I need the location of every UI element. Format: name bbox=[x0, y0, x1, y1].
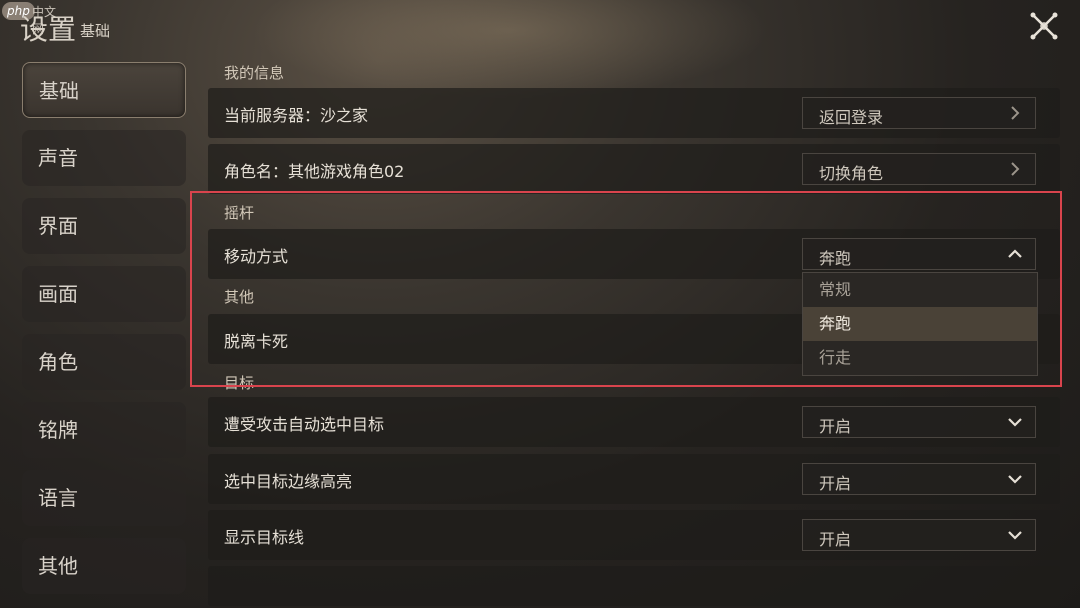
sidebar-nav: 基础 声音 界面 画面 角色 铭牌 语言 其他 bbox=[22, 62, 190, 606]
page-subtitle: 基础 bbox=[80, 22, 111, 40]
move-mode-select[interactable]: 奔跑 bbox=[802, 238, 1036, 270]
dropdown-option-run[interactable]: 奔跑 bbox=[803, 307, 1037, 341]
target-line-value: 开启 bbox=[819, 530, 852, 549]
sidebar-item-character[interactable]: 角色 bbox=[22, 334, 186, 390]
auto-target-select[interactable]: 开启 bbox=[802, 406, 1036, 438]
sidebar-item-sound[interactable]: 声音 bbox=[22, 130, 186, 186]
server-label: 当前服务器：沙之家 bbox=[224, 106, 369, 125]
close-button[interactable] bbox=[1028, 10, 1060, 42]
chevron-right-icon bbox=[1011, 162, 1020, 176]
sidebar-item-language[interactable]: 语言 bbox=[22, 470, 186, 526]
target-line-label: 显示目标线 bbox=[224, 528, 305, 547]
sidebar-item-other[interactable]: 其他 bbox=[22, 538, 186, 594]
row-auto-target: 遭受攻击自动选中目标 开启 bbox=[208, 397, 1060, 447]
row-edge-highlight: 选中目标边缘高亮 开启 bbox=[208, 454, 1060, 504]
move-mode-value: 奔跑 bbox=[819, 249, 852, 268]
edge-highlight-select[interactable]: 开启 bbox=[802, 463, 1036, 495]
dropdown-option-walk[interactable]: 行走 bbox=[803, 341, 1037, 375]
edge-highlight-value: 开启 bbox=[819, 474, 852, 493]
unstuck-label: 脱离卡死 bbox=[224, 332, 289, 351]
section-joystick: 摇杆 bbox=[224, 204, 255, 222]
chevron-down-icon bbox=[1008, 475, 1022, 484]
section-other: 其他 bbox=[224, 288, 255, 306]
target-line-select[interactable]: 开启 bbox=[802, 519, 1036, 551]
row-role: 角色名：其他游戏角色02 切换角色 bbox=[208, 144, 1060, 194]
background-glow bbox=[250, 0, 770, 100]
sidebar-item-graphics[interactable]: 画面 bbox=[22, 266, 186, 322]
page-title: 设置 bbox=[20, 13, 77, 46]
role-label: 角色名：其他游戏角色02 bbox=[224, 162, 405, 181]
sidebar-item-nameplate[interactable]: 铭牌 bbox=[22, 402, 186, 458]
auto-target-value: 开启 bbox=[819, 417, 852, 436]
edge-highlight-label: 选中目标边缘高亮 bbox=[224, 472, 353, 491]
chevron-down-icon bbox=[1008, 531, 1022, 540]
switch-role-label: 切换角色 bbox=[819, 164, 884, 183]
switch-role-button[interactable]: 切换角色 bbox=[802, 153, 1036, 185]
row-partial bbox=[208, 566, 1060, 606]
dropdown-option-normal[interactable]: 常规 bbox=[803, 273, 1037, 307]
auto-target-label: 遭受攻击自动选中目标 bbox=[224, 415, 385, 434]
return-login-label: 返回登录 bbox=[819, 108, 884, 127]
chevron-down-icon bbox=[1008, 418, 1022, 427]
chevron-right-icon bbox=[1011, 106, 1020, 120]
move-mode-label: 移动方式 bbox=[224, 247, 289, 266]
row-target-line: 显示目标线 开启 bbox=[208, 510, 1060, 560]
section-my-info: 我的信息 bbox=[224, 64, 285, 82]
section-target: 目标 bbox=[224, 374, 255, 392]
chevron-up-icon bbox=[1008, 249, 1022, 258]
sidebar-item-basic[interactable]: 基础 bbox=[22, 62, 186, 118]
move-mode-dropdown: 常规 奔跑 行走 bbox=[802, 272, 1038, 376]
row-server: 当前服务器：沙之家 返回登录 bbox=[208, 88, 1060, 138]
close-icon bbox=[1030, 12, 1058, 40]
return-login-button[interactable]: 返回登录 bbox=[802, 97, 1036, 129]
sidebar-item-interface[interactable]: 界面 bbox=[22, 198, 186, 254]
